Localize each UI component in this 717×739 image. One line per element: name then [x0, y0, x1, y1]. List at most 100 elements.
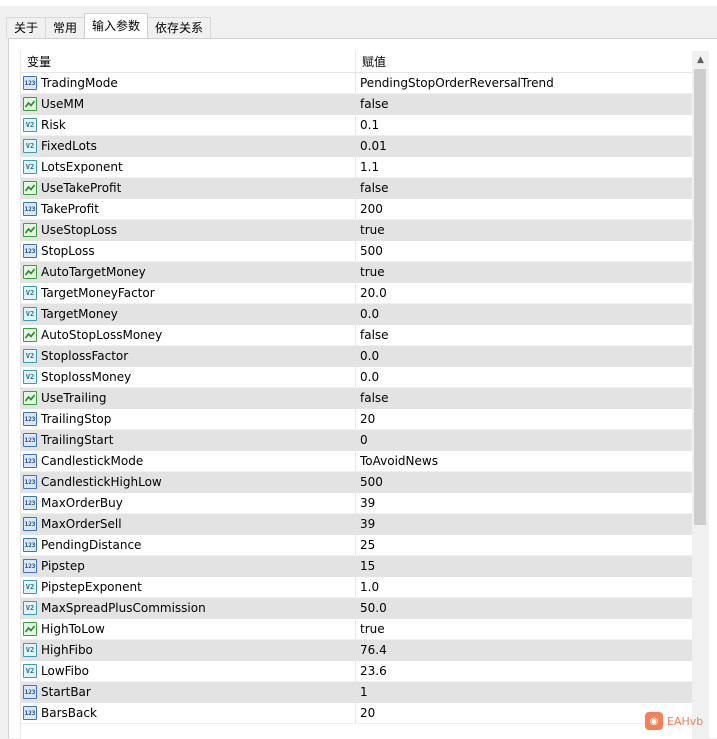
variable-cell[interactable]: V2 FixedLots	[21, 136, 356, 156]
vertical-scrollbar[interactable]: ▲	[692, 51, 709, 739]
table-row[interactable]: UseTrailing false	[21, 388, 693, 409]
value-cell[interactable]: 20	[356, 703, 693, 723]
variable-cell[interactable]: HighToLow	[21, 619, 356, 639]
table-row[interactable]: 123 StartBar 1	[21, 682, 693, 703]
table-row[interactable]: V2 MaxSpreadPlusCommission 50.0	[21, 598, 693, 619]
scroll-up-arrow-icon[interactable]: ▲	[692, 51, 709, 68]
value-cell[interactable]: 0.0	[356, 367, 693, 387]
variable-cell[interactable]: 123 CandlestickHighLow	[21, 472, 356, 492]
table-row[interactable]: V2 LotsExponent 1.1	[21, 157, 693, 178]
value-cell[interactable]: 500	[356, 241, 693, 261]
table-row[interactable]: 123 TradingMode PendingStopOrderReversalTr…	[21, 73, 693, 94]
value-cell[interactable]: false	[356, 178, 693, 198]
table-row[interactable]: 123 MaxOrderSell 39	[21, 514, 693, 535]
variable-cell[interactable]: 123 MaxOrderSell	[21, 514, 356, 534]
variable-cell[interactable]: 123 TrailingStart	[21, 430, 356, 450]
table-row[interactable]: 123 TrailingStart 0	[21, 430, 693, 451]
variable-cell[interactable]: V2 MaxSpreadPlusCommission	[21, 598, 356, 618]
tab-inputs[interactable]: 输入参数	[84, 13, 149, 38]
value-cell[interactable]: true	[356, 220, 693, 240]
value-cell[interactable]: 1	[356, 682, 693, 702]
value-cell[interactable]: 200	[356, 199, 693, 219]
variable-cell[interactable]: V2 Risk	[21, 115, 356, 135]
scrollbar-thumb[interactable]	[694, 69, 706, 525]
table-row[interactable]: HighToLow true	[21, 619, 693, 640]
variable-cell[interactable]: V2 StoplossMoney	[21, 367, 356, 387]
table-row[interactable]: V2 FixedLots 0.01	[21, 136, 693, 157]
table-row[interactable]: 123 TrailingStop 20	[21, 409, 693, 430]
table-row[interactable]: 123 CandlestickMode ToAvoidNews	[21, 451, 693, 472]
value-cell[interactable]: 25	[356, 535, 693, 555]
value-cell[interactable]: true	[356, 262, 693, 282]
table-row[interactable]: V2 HighFibo 76.4	[21, 640, 693, 661]
value-cell[interactable]: 23.6	[356, 661, 693, 681]
tab-dependencies[interactable]: 依存关系	[147, 17, 212, 38]
value-cell[interactable]: 76.4	[356, 640, 693, 660]
table-row[interactable]: 123 StopLoss 500	[21, 241, 693, 262]
variable-cell[interactable]: V2 TargetMoneyFactor	[21, 283, 356, 303]
tab-about[interactable]: 关于	[6, 17, 47, 38]
variable-cell[interactable]: 123 TradingMode	[21, 73, 356, 93]
table-row[interactable]: V2 StoplossFactor 0.0	[21, 346, 693, 367]
value-cell[interactable]: ToAvoidNews	[356, 451, 693, 471]
value-cell[interactable]: 50.0	[356, 598, 693, 618]
variable-cell[interactable]: 123 PendingDistance	[21, 535, 356, 555]
variable-cell[interactable]: 123 TrailingStop	[21, 409, 356, 429]
variable-cell[interactable]: 123 MaxOrderBuy	[21, 493, 356, 513]
table-row[interactable]: UseStopLoss true	[21, 220, 693, 241]
variable-cell[interactable]: UseStopLoss	[21, 220, 356, 240]
table-row[interactable]: V2 TargetMoney 0.0	[21, 304, 693, 325]
table-row[interactable]: V2 StoplossMoney 0.0	[21, 367, 693, 388]
value-cell[interactable]: 0.1	[356, 115, 693, 135]
value-cell[interactable]: false	[356, 325, 693, 345]
variable-cell[interactable]: 123 StartBar	[21, 682, 356, 702]
value-cell[interactable]: 0.0	[356, 304, 693, 324]
variable-cell[interactable]: AutoStopLossMoney	[21, 325, 356, 345]
value-cell[interactable]: 1.0	[356, 577, 693, 597]
table-row[interactable]: 123 CandlestickHighLow 500	[21, 472, 693, 493]
table-row[interactable]: V2 PipstepExponent 1.0	[21, 577, 693, 598]
table-row[interactable]: AutoTargetMoney true	[21, 262, 693, 283]
value-cell[interactable]: PendingStopOrderReversalTrend	[356, 73, 693, 93]
variable-cell[interactable]: UseTakeProfit	[21, 178, 356, 198]
variable-cell[interactable]: V2 LowFibo	[21, 661, 356, 681]
variable-cell[interactable]: V2 PipstepExponent	[21, 577, 356, 597]
column-header-value[interactable]: 赋值	[356, 51, 693, 72]
value-cell[interactable]: 0.01	[356, 136, 693, 156]
value-cell[interactable]: true	[356, 619, 693, 639]
table-row[interactable]: 123 PendingDistance 25	[21, 535, 693, 556]
table-row[interactable]: UseMM false	[21, 94, 693, 115]
variable-cell[interactable]: V2 StoplossFactor	[21, 346, 356, 366]
value-cell[interactable]: 39	[356, 514, 693, 534]
value-cell[interactable]: 0	[356, 430, 693, 450]
variable-cell[interactable]: UseTrailing	[21, 388, 356, 408]
table-row[interactable]: V2 LowFibo 23.6	[21, 661, 693, 682]
table-row[interactable]: UseTakeProfit false	[21, 178, 693, 199]
table-row[interactable]: 123 MaxOrderBuy 39	[21, 493, 693, 514]
variable-cell[interactable]: 123 Pipstep	[21, 556, 356, 576]
value-cell[interactable]: 0.0	[356, 346, 693, 366]
variable-cell[interactable]: UseMM	[21, 94, 356, 114]
variable-cell[interactable]: V2 LotsExponent	[21, 157, 356, 177]
table-row[interactable]: AutoStopLossMoney false	[21, 325, 693, 346]
column-header-variable[interactable]: 变量	[21, 51, 356, 72]
value-cell[interactable]: false	[356, 94, 693, 114]
table-row[interactable]: 123 TakeProfit 200	[21, 199, 693, 220]
value-cell[interactable]: 20	[356, 409, 693, 429]
table-row[interactable]: 123 Pipstep 15	[21, 556, 693, 577]
table-row[interactable]: V2 TargetMoneyFactor 20.0	[21, 283, 693, 304]
variable-cell[interactable]: V2 TargetMoney	[21, 304, 356, 324]
value-cell[interactable]: 500	[356, 472, 693, 492]
table-row[interactable]: 123 BarsBack 20	[21, 703, 693, 724]
variable-cell[interactable]: 123 StopLoss	[21, 241, 356, 261]
value-cell[interactable]: 39	[356, 493, 693, 513]
value-cell[interactable]: 15	[356, 556, 693, 576]
value-cell[interactable]: 20.0	[356, 283, 693, 303]
variable-cell[interactable]: AutoTargetMoney	[21, 262, 356, 282]
value-cell[interactable]: false	[356, 388, 693, 408]
variable-cell[interactable]: V2 HighFibo	[21, 640, 356, 660]
value-cell[interactable]: 1.1	[356, 157, 693, 177]
tab-common[interactable]: 常用	[45, 17, 86, 38]
variable-cell[interactable]: 123 CandlestickMode	[21, 451, 356, 471]
variable-cell[interactable]: 123 TakeProfit	[21, 199, 356, 219]
